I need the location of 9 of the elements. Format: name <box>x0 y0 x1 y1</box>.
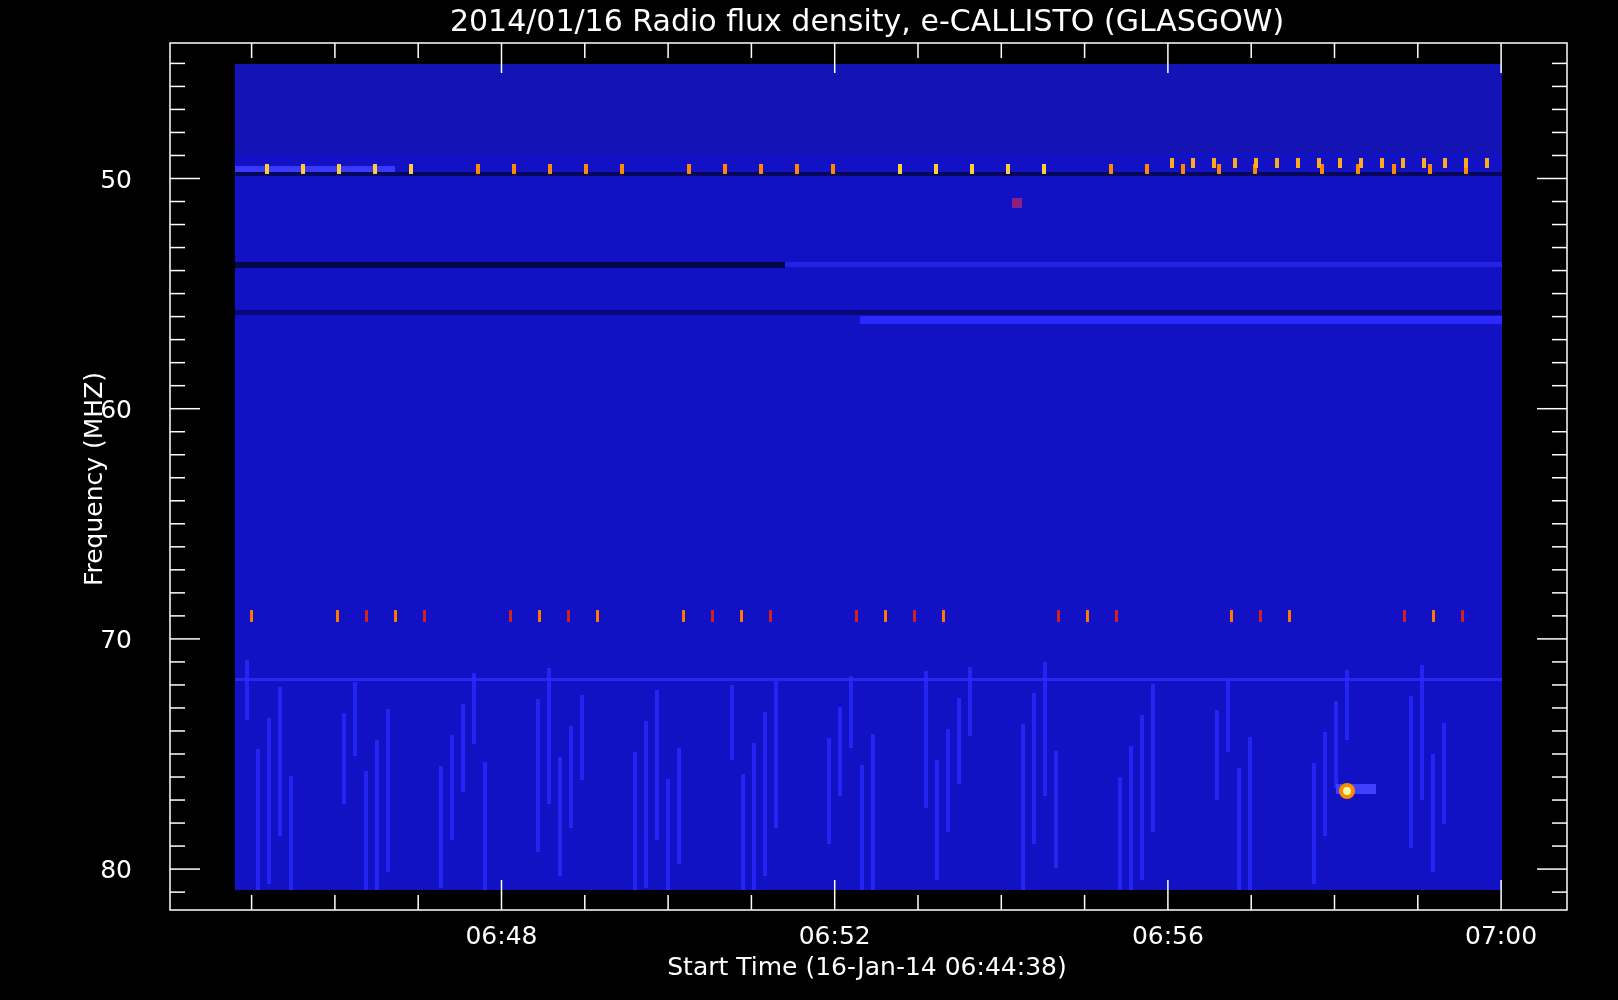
y-tick-label: 80 <box>100 855 132 885</box>
x-tick-label: 06:52 <box>798 921 871 950</box>
x-axis-title: Start Time (16-Jan-14 06:44:38) <box>667 952 1067 981</box>
plot-title: 2014/01/16 Radio flux density, e-CALLISTO (GLASGOW) <box>449 3 1285 38</box>
y-tick-label: 70 <box>100 624 132 654</box>
x-tick-label: 06:48 <box>465 921 538 950</box>
x-tick-label: 06:56 <box>1131 921 1204 950</box>
y-tick-label: 50 <box>100 164 132 194</box>
x-tick-label: 07:00 <box>1465 921 1538 950</box>
